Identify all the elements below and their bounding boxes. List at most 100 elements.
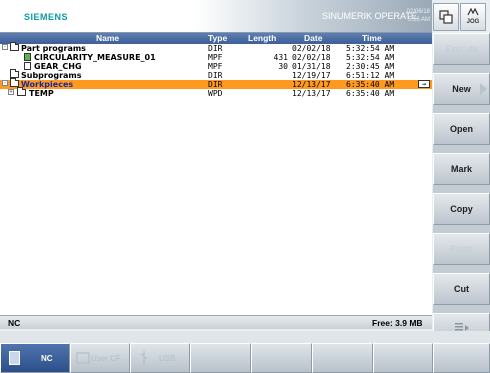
nc-drive-icon (9, 351, 20, 365)
row-date: 12/19/17 (292, 71, 331, 80)
bottom-softkey-empty-6[interactable] (312, 343, 373, 373)
hmi-window: SIEMENS SINUMERIK OPERATE 02/06/18 5:16 … (0, 0, 490, 373)
tree-collapse-icon[interactable]: - (2, 44, 8, 50)
copy-label: Copy (450, 204, 473, 214)
cf-card-icon (76, 352, 90, 364)
row-time: 6:35:40 AM (346, 80, 395, 89)
new-label: New (452, 84, 471, 94)
row-name: Workpieces (21, 80, 74, 89)
open-softkey[interactable]: Open (433, 113, 490, 145)
col-time[interactable]: Time (362, 33, 382, 44)
user-cf-softkey[interactable]: User CF (70, 343, 130, 373)
row-time: 6:51:12 AM (346, 71, 395, 80)
softkey-separator (433, 185, 490, 193)
folder-icon (10, 78, 19, 87)
mark-label: Mark (450, 164, 472, 174)
row-type: DIR (208, 80, 223, 89)
nc-drive-softkey[interactable]: NC (0, 343, 70, 373)
jog-indicator: JOG (466, 7, 480, 26)
jog-label: JOG (466, 19, 480, 25)
row-name: TEMP (29, 89, 54, 98)
row-name: Part programs (21, 44, 86, 53)
program-manager-list: Name Type Length Date Time - Part progra… (0, 33, 432, 315)
bottom-softkey-empty-8[interactable] (433, 343, 490, 373)
siemens-logo: SIEMENS (24, 12, 69, 22)
row-type: MPF (208, 53, 223, 62)
row-name: Subprograms (21, 71, 82, 80)
free-space: Free: 3.9 MB (372, 318, 423, 328)
status-bar: NC Free: 3.9 MB (0, 315, 432, 329)
jog-mode-button[interactable]: JOG (460, 3, 486, 31)
softkey-separator (433, 65, 490, 73)
header-date: 02/06/18 (406, 9, 430, 15)
softkey-separator (433, 265, 490, 273)
softkey-separator (433, 225, 490, 233)
col-name[interactable]: Name (96, 33, 119, 44)
file-rows: - Part programs DIR 02/02/18 5:32:54 AM … (0, 42, 432, 98)
table-row[interactable]: Subprograms DIR 12/19/17 6:51:12 AM (0, 69, 432, 80)
col-type[interactable]: Type (208, 33, 227, 44)
row-type: DIR (208, 71, 223, 80)
bottom-softkey-empty-5[interactable] (251, 343, 312, 373)
usb-label: USB (159, 354, 176, 363)
col-length[interactable]: Length (248, 33, 276, 44)
column-headers: Name Type Length Date Time (0, 33, 432, 44)
row-date: 02/02/18 (292, 53, 331, 62)
window-switch-button[interactable] (433, 3, 459, 31)
tree-expand-icon[interactable]: + (8, 89, 14, 95)
row-date: 12/13/17 (292, 80, 331, 89)
folder-icon (10, 69, 19, 78)
open-arrow-icon[interactable]: → (418, 80, 430, 88)
user-cf-label: User CF (91, 354, 121, 363)
row-date: 01/31/18 (292, 62, 331, 71)
paste-label: Paste (449, 244, 473, 254)
row-date: 12/13/17 (292, 89, 331, 98)
title-bar: SIEMENS SINUMERIK OPERATE 02/06/18 5:16 … (0, 0, 432, 33)
row-type: DIR (208, 44, 223, 53)
table-row[interactable]: GEAR_CHG MPF 30 01/31/18 2:30:45 AM (0, 62, 432, 71)
paste-softkey[interactable]: Paste (433, 233, 490, 265)
submenu-arrow-icon (480, 83, 487, 95)
usb-icon (140, 351, 148, 365)
row-time: 6:35:40 AM (346, 89, 395, 98)
drive-label: NC (8, 318, 21, 328)
table-row[interactable]: CIRCULARITY_MEASURE_01 MPF 431 02/02/18 … (0, 53, 432, 62)
col-date[interactable]: Date (304, 33, 322, 44)
row-type: MPF (208, 62, 223, 71)
row-time: 5:32:54 AM (346, 44, 395, 53)
open-label: Open (449, 124, 473, 134)
softkey-separator (433, 105, 490, 113)
execute-softkey[interactable]: Execute (433, 33, 490, 65)
table-row-selected[interactable]: - Workpieces DIR 12/13/17 6:35:40 AM → (0, 78, 432, 89)
row-date: 02/02/18 (292, 44, 331, 53)
copy-softkey[interactable]: Copy (433, 193, 490, 225)
row-time: 2:30:45 AM (346, 62, 395, 71)
row-name: CIRCULARITY_MEASURE_01 (34, 53, 156, 62)
mark-softkey[interactable]: Mark (433, 153, 490, 185)
nc-drive-label: NC (41, 354, 53, 363)
folder-icon (10, 42, 19, 51)
header-time: 5:16 AM (407, 17, 430, 23)
usb-softkey[interactable]: USB (130, 343, 190, 373)
windows-icon (439, 10, 453, 24)
new-softkey[interactable]: New (433, 73, 490, 105)
bottom-softkey-bar: NC User CF USB (0, 331, 490, 373)
tree-collapse-icon[interactable]: - (2, 80, 8, 86)
table-row[interactable]: - Part programs DIR 02/02/18 5:32:54 AM (0, 42, 432, 53)
cut-label: Cut (454, 284, 469, 294)
execute-label: Execute (445, 44, 478, 54)
header-datetime: 02/06/18 5:16 AM (396, 8, 430, 24)
softkey-separator (433, 145, 490, 153)
bottom-softkey-empty-7[interactable] (373, 343, 433, 373)
folder-icon (17, 87, 26, 96)
bottom-softkey-empty-4[interactable] (190, 343, 251, 373)
row-length: 431 (273, 53, 288, 62)
row-type: WPD (208, 89, 223, 98)
softkey-separator (433, 305, 490, 313)
file-icon (24, 62, 31, 70)
table-row[interactable]: + TEMP WPD 12/13/17 6:35:40 AM (0, 87, 432, 98)
jog-icon (467, 7, 479, 16)
program-file-icon (24, 53, 31, 61)
cut-softkey[interactable]: Cut (433, 273, 490, 305)
row-length: 30 (278, 62, 288, 71)
